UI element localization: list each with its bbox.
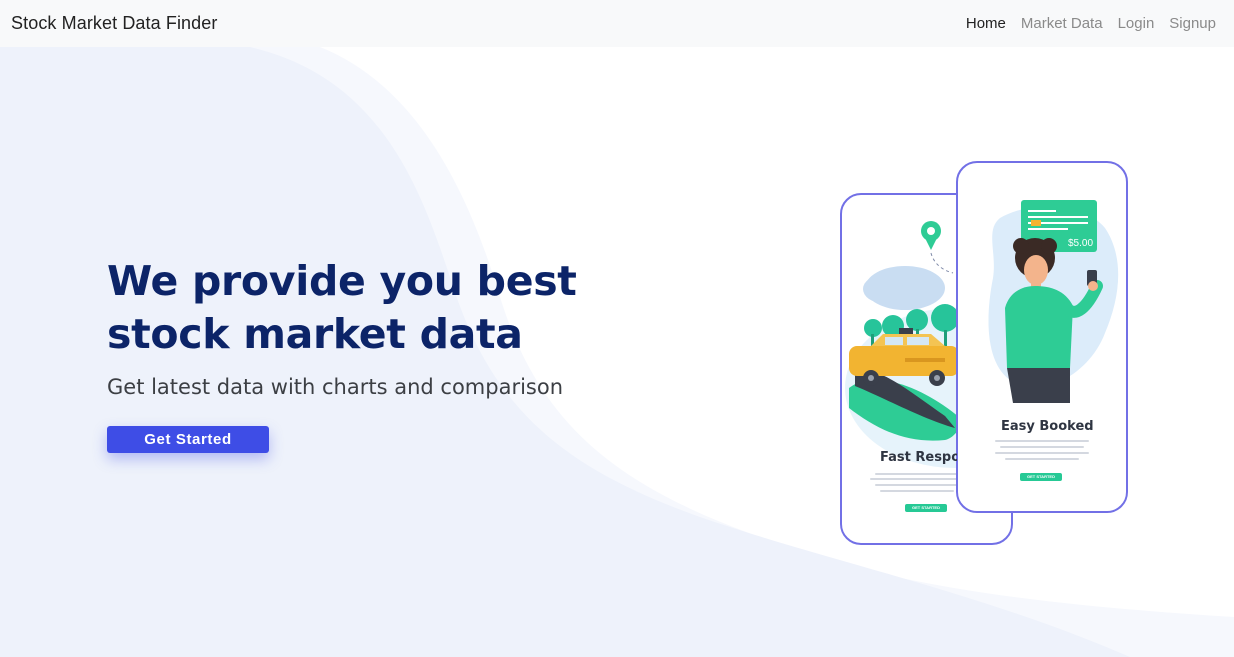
phone-back-get-started-button: GET STARTED bbox=[905, 504, 947, 512]
nav-link-home[interactable]: Home bbox=[966, 15, 1006, 32]
phones-illustration bbox=[840, 161, 1128, 545]
nav-link-market-data[interactable]: Market Data bbox=[1021, 15, 1103, 32]
brand-link[interactable]: Stock Market Data Finder bbox=[11, 13, 217, 34]
price-tag: $5.00 bbox=[1068, 238, 1094, 249]
nav-link-login[interactable]: Login bbox=[1118, 15, 1155, 32]
hero-title: We provide you best stock market data bbox=[107, 257, 577, 358]
hero-illustration: $5.00 Fast Respon Easy Booked GET STARTE… bbox=[835, 158, 1135, 550]
navbar: Stock Market Data Finder Home Market Dat… bbox=[0, 0, 1234, 47]
phone-front-title: Easy Booked bbox=[1001, 419, 1094, 434]
nav-link-signup[interactable]: Signup bbox=[1169, 15, 1216, 32]
nav-links: Home Market Data Login Signup bbox=[966, 15, 1216, 32]
get-started-button[interactable]: Get Started bbox=[107, 426, 269, 453]
phone-front-get-started-button: GET STARTED bbox=[1020, 473, 1062, 481]
phone-back-title: Fast Respon bbox=[880, 450, 957, 465]
hero-text: We provide you best stock market data Ge… bbox=[107, 255, 627, 399]
hero-subtitle: Get latest data with charts and comparis… bbox=[107, 375, 564, 399]
